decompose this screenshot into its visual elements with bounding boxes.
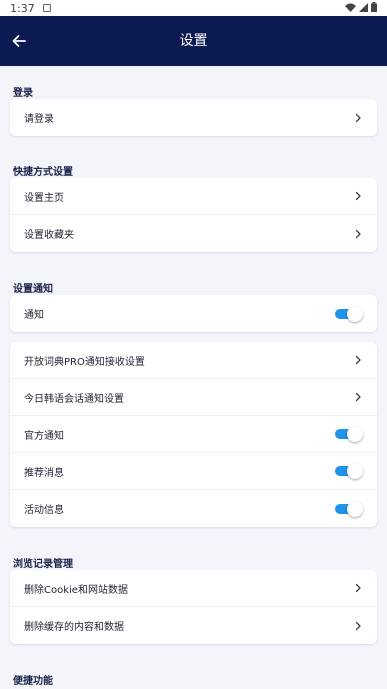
row-set-homepage[interactable]: 设置主页 <box>10 178 377 215</box>
row-set-homepage-label: 设置主页 <box>24 192 64 204</box>
notification-icon <box>42 4 51 12</box>
toggle-thumb <box>347 305 363 322</box>
toggle-thumb <box>347 426 363 442</box>
wifi-icon <box>345 3 356 12</box>
row-pro-notify-settings[interactable]: 开放词典PRO通知接收设置 <box>10 342 377 379</box>
row-delete-cookies[interactable]: 删除Cookie和网站数据 <box>10 570 377 607</box>
row-activity-info-label: 活动信息 <box>24 505 64 516</box>
row-daily-korean-label: 今日韩语会话通知设置 <box>24 393 124 405</box>
row-recommend-msg: 推荐消息 <box>10 453 377 490</box>
chevron-right-icon <box>355 355 361 365</box>
row-set-favorites[interactable]: 设置收藏夹 <box>10 215 377 252</box>
row-login[interactable]: 请登录 <box>10 99 377 136</box>
row-delete-cache[interactable]: 删除缓存的内容和数据 <box>10 607 377 644</box>
chevron-right-icon <box>355 113 361 122</box>
card-shortcut: 设置主页 设置收藏夹 <box>10 178 377 252</box>
section-title-notify: 设置通知 <box>13 284 53 295</box>
section-title-shortcut: 快捷方式设置 <box>13 167 73 178</box>
card-notify-main: 通知 <box>10 295 377 332</box>
row-delete-cookies-label: 删除Cookie和网站数据 <box>24 584 128 596</box>
row-set-favorites-label: 设置收藏夹 <box>24 230 74 241</box>
row-pro-notify-label: 开放词典PRO通知接收设置 <box>24 356 145 368</box>
card-notify-details: 开放词典PRO通知接收设置 今日韩语会话通知设置 官方通知 推荐消息 活动信息 <box>10 342 377 527</box>
row-official-notify-label: 官方通知 <box>24 430 64 442</box>
card-history: 删除Cookie和网站数据 删除缓存的内容和数据 <box>10 570 377 644</box>
row-recommend-msg-label: 推荐消息 <box>24 467 64 479</box>
official-notify-toggle[interactable] <box>335 426 363 442</box>
chevron-right-icon <box>355 392 361 402</box>
signal-icon <box>359 2 368 12</box>
status-bar: 1:37 <box>0 0 387 16</box>
row-daily-korean-notify[interactable]: 今日韩语会话通知设置 <box>10 379 377 416</box>
recommend-msg-toggle[interactable] <box>335 463 363 479</box>
chevron-right-icon <box>355 583 361 593</box>
activity-info-toggle[interactable] <box>335 500 363 517</box>
chevron-right-icon <box>355 191 361 201</box>
toggle-thumb <box>347 500 363 517</box>
app-bar: 设置 <box>0 16 387 66</box>
chevron-right-icon <box>355 229 361 238</box>
row-login-label: 请登录 <box>24 114 54 125</box>
notify-toggle[interactable] <box>335 305 363 322</box>
row-official-notify: 官方通知 <box>10 416 377 453</box>
battery-icon <box>371 2 377 12</box>
status-time: 1:37 <box>10 1 35 15</box>
section-title-history: 浏览记录管理 <box>13 559 73 570</box>
row-activity-info: 活动信息 <box>10 490 377 527</box>
page-title: 设置 <box>179 33 208 49</box>
toggle-thumb <box>347 463 363 479</box>
status-icons <box>345 2 377 12</box>
section-title-quick: 便捷功能 <box>13 676 53 687</box>
section-title-login: 登录 <box>13 88 33 99</box>
card-login: 请登录 <box>10 99 377 136</box>
row-notify-label: 通知 <box>24 310 44 321</box>
row-notify: 通知 <box>10 295 377 332</box>
chevron-right-icon <box>355 621 361 630</box>
row-delete-cache-label: 删除缓存的内容和数据 <box>24 622 124 633</box>
